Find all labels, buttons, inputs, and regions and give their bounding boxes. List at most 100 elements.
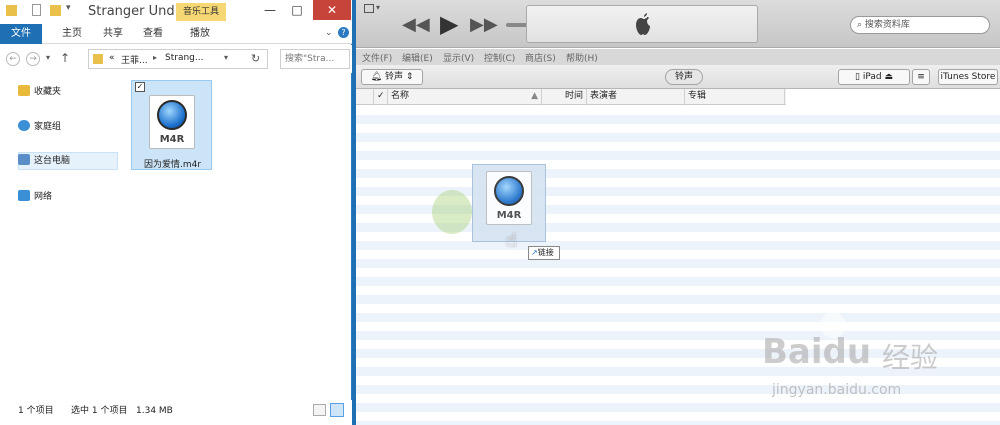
menu-controls[interactable]: 控制(C) [484,51,515,64]
music-tools-context-tab[interactable]: 音乐工具 [176,3,226,21]
nav-item-this-pc[interactable]: 这台电脑 [18,153,70,169]
bell-icon: 🔔︎ [370,72,385,82]
checkmark-icon[interactable]: ✓ [374,89,388,105]
itunes-menu-bar: 文件(F) 编辑(E) 显示(V) 控制(C) 商店(S) 帮助(H) [356,49,1000,65]
eject-icon: ⏏ [881,72,893,82]
recent-locations-icon[interactable]: ▾ [46,53,50,62]
tab-share[interactable]: 共享 [103,24,123,44]
music-note-icon [157,100,187,130]
column-artist[interactable]: 表演者 [587,89,685,105]
menu-help[interactable]: 帮助(H) [566,51,598,64]
column-blank [356,89,374,105]
nav-item-homegroup[interactable]: 家庭组 [18,119,61,135]
nav-label: 收藏夹 [34,87,62,97]
details-view-icon[interactable] [313,404,326,416]
computer-icon [18,154,30,165]
large-icons-view-icon[interactable] [330,403,344,417]
drop-tooltip-label: 链接 [537,248,554,257]
itunes-store-button[interactable]: iTunes Store [938,69,998,85]
window-title: Stranger Und... [88,4,188,19]
next-track-icon[interactable]: ▶▶ [470,14,498,35]
column-time[interactable]: 时间 [542,89,587,105]
maximize-icon[interactable]: □ [284,0,310,20]
search-icon: ⌕ [857,20,865,30]
drop-tooltip: ↗链接 [528,246,560,260]
list-menu-icon[interactable]: ≡ [912,69,930,85]
address-crumb-artist[interactable]: 王菲... [121,53,148,66]
nav-label: 家庭组 [34,122,62,132]
column-album[interactable]: 专辑 [685,89,785,105]
menu-file[interactable]: 文件(F) [362,51,392,64]
nav-item-favorites[interactable]: 收藏夹 [18,84,61,100]
help-icon[interactable]: ? [338,27,349,38]
address-box[interactable]: « 王菲... ▸ Strang... ▾ ↻ [88,49,268,69]
file-item[interactable]: ✓ M4R 因为爱情.m4r [131,80,212,170]
refresh-icon[interactable]: ↻ [251,52,260,65]
minimize-icon[interactable]: — [257,0,283,20]
close-button[interactable]: ✕ [313,0,351,20]
properties-icon[interactable] [32,4,41,16]
ringtones-tab[interactable]: 铃声 [665,69,703,85]
folder-icon [6,5,17,16]
library-search-input[interactable]: ⌕ 搜索资料库 [850,16,990,34]
tab-home[interactable]: 主页 [62,24,82,44]
menu-edit[interactable]: 编辑(E) [402,51,433,64]
address-overflow[interactable]: « [109,53,115,63]
previous-track-icon[interactable]: ◀◀ [402,14,430,35]
tab-file[interactable]: 文件 [0,24,42,44]
now-playing-display [526,5,758,43]
m4r-file-icon: M4R [486,171,532,225]
forward-icon[interactable]: → [26,52,40,66]
sidebar-toggle-icon[interactable] [364,4,374,13]
device-button[interactable]: ▯ iPad ⏏ [838,69,910,85]
link-arrow-icon: ↗ [531,248,538,257]
selected-count: 选中 1 个项目 [71,406,128,416]
apple-logo-icon [636,13,650,35]
address-bar-row: ← → ▾ ↑ « 王菲... ▸ Strang... ▾ ↻ 搜索"Stra.… [0,45,352,73]
library-selector-label: 铃声 [384,72,403,82]
folder-icon [93,54,103,64]
up-icon[interactable]: ↑ [60,51,70,65]
song-list-header: ✓ 名称 ▲ 时间 表演者 专辑 [356,89,786,105]
ribbon-expand-icon[interactable]: ⌄ [325,28,333,38]
chevron-right-icon[interactable]: ▸ [153,53,157,62]
address-dropdown-icon[interactable]: ▾ [224,53,228,62]
play-icon[interactable]: ▶ [440,10,458,38]
ribbon-tabs: 文件 主页 共享 查看 播放 ⌄ ? [0,24,352,44]
menu-dropdown-icon[interactable]: ▾ [376,3,380,12]
search-input[interactable]: 搜索"Stra... [280,49,350,69]
nav-label: 这台电脑 [34,156,71,166]
file-name: 因为爱情.m4r [143,160,202,170]
nav-item-network[interactable]: 网络 [18,189,52,205]
explorer-title-bar: ▾ Stranger Und... 音乐工具 — □ ✕ [0,0,352,24]
library-selector[interactable]: 🔔︎ 铃声 ⇕ [361,69,423,85]
itunes-player-bar: ▾ ◀◀ ▶ ▶▶ ⌕ 搜索资料库 [356,0,1000,48]
selected-size: 1.34 MB [136,406,173,416]
new-folder-icon[interactable] [50,5,61,16]
baidu-watermark: Baidu 经验 jingyan.baidu.com [762,310,994,410]
network-icon [18,190,30,201]
clover-watermark-icon [432,190,472,234]
file-type-label: M4R [496,210,522,221]
selection-checkbox[interactable]: ✓ [135,82,145,92]
menu-view[interactable]: 显示(V) [443,51,474,64]
item-count: 1 个项目 [18,406,54,416]
sort-icon: ▲ [531,91,538,101]
tab-play[interactable]: 播放 [190,24,210,44]
music-note-icon [494,176,524,206]
quick-access-dropdown-icon[interactable]: ▾ [66,3,71,13]
column-name-label: 名称 [391,91,410,101]
back-icon[interactable]: ← [6,52,20,66]
homegroup-icon [18,120,30,131]
watermark-brand-cn: 经验 [882,341,939,374]
itunes-toolbar: 🔔︎ 铃声 ⇕ 铃声 ▯ iPad ⏏ ≡ iTunes Store [356,65,1000,89]
file-explorer-window: ▾ Stranger Und... 音乐工具 — □ ✕ 文件 主页 共享 查看… [0,0,352,425]
column-name[interactable]: 名称 ▲ [388,89,542,105]
status-bar: 1 个项目 选中 1 个项目 1.34 MB [0,400,352,425]
watermark-url: jingyan.baidu.com [772,382,902,398]
menu-store[interactable]: 商店(S) [525,51,556,64]
file-type-label: M4R [159,134,185,145]
updown-icon: ⇕ [402,72,414,82]
address-crumb-album[interactable]: Strang... [165,53,203,63]
tab-view[interactable]: 查看 [143,24,163,44]
